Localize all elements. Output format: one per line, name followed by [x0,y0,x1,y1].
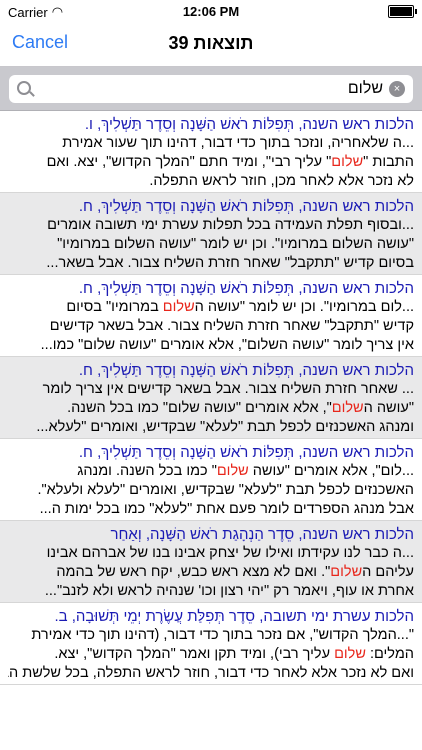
result-heading: הלכות עשרת ימי תשובה, סֵדֶר תְּפִלַּת עֲ… [54,608,414,625]
snippet-text: ...ובסוף תפלת העמידה בכל תפלות עשרת ימי … [47,217,414,233]
snippet-text: אחרת או עוף, ויאמר רק "יהי רצון וכו' שנה… [44,583,414,599]
search-highlight: שלום [334,646,366,662]
result-snippet-line: עליהם השלום". ואם לא מצא ראש כבש, יקח רא… [8,563,414,582]
result-row[interactable]: הלכות ראש השנה, תְּפִלּוֹת רֹאשׁ הַשָּׁנ… [0,439,422,521]
result-row[interactable]: הלכות ראש השנה, תְּפִלּוֹת רֹאשׁ הַשָּׁנ… [0,111,422,193]
search-highlight: שלום [330,564,363,580]
result-snippet-line: ...ובסוף תפלת העמידה בכל תפלות עשרת ימי … [8,216,414,235]
result-row[interactable]: הלכות ראש השנה, סֵדֶר הַנְהָגַת רֹאשׁ הַ… [0,521,422,603]
result-snippet-line: בסיום קדיש "תתקבל" שאחר חזרת השליח צבור.… [8,254,414,273]
result-row[interactable]: הלכות ראש השנה, תְּפִלּוֹת רֹאשׁ הַשָּׁנ… [0,357,422,439]
snippet-text: במרומיו" בסיום [66,299,163,315]
result-snippet-line: אין צריך לומר "עושה השלום", אלא אומרים "… [8,336,414,355]
result-snippet-line: ...לום", אלא אומרים "עושה שלום" כמו בכל … [8,462,414,481]
result-snippet-line: "עושה השלום", אלא אומרים "עושה שלום" כמו… [8,399,414,418]
result-heading: הלכות ראש השנה, תְּפִלּוֹת רֹאשׁ הַשָּׁנ… [78,362,414,379]
snippet-text: "...המלך הקדוש", אם נזכר בתוך כדי דבור, … [31,627,414,643]
snippet-text: ...לום", אלא אומרים "עושה [248,463,414,479]
status-bar: Carrier ◠ 12:06 PM [0,0,422,22]
snippet-text: אין צריך לומר "עושה השלום", אלא אומרים "… [40,337,414,353]
battery-icon [388,5,417,18]
result-snippet-line: התבות "שלום" עליך רבי", ומיד חתם "המלך ה… [8,153,414,172]
snippet-text: בסיום קדיש "תתקבל" שאחר חזרת השליח צבור.… [46,255,414,271]
result-snippet-line: קדיש "תתקבל" שאחר חזרת השליח צבור. אבל ב… [8,317,414,336]
result-snippet-line: ומנהג האשכנזים לכפל תבת "לעלא" שבקדיש, ו… [8,418,414,437]
result-row[interactable]: הלכות ראש השנה, תְּפִלּוֹת רֹאשׁ הַשָּׁנ… [0,275,422,357]
clear-icon[interactable]: × [389,81,405,97]
snippet-text: קדיש "תתקבל" שאחר חזרת השליח צבור. אבל ב… [49,318,414,334]
snippet-text: לא נזכר אלא לאחר מכן, חוזר לראש התפלה. [149,173,414,189]
results-list: הלכות ראש השנה, תְּפִלּוֹת רֹאשׁ הַשָּׁנ… [0,111,422,685]
search-highlight: שלום [162,299,195,315]
snippet-text: עליך רבי), ומיד תקן ואמר "המלך הקדוש", י… [54,646,335,662]
snippet-text: "עושה השלום במרומיו". וכן יש לומר "עושה … [57,236,414,252]
result-row[interactable]: הלכות ראש השנה, תְּפִלּוֹת רֹאשׁ הַשָּׁנ… [0,193,422,275]
result-snippet-line: המלים: שלום עליך רבי), ומיד תקן ואמר "המ… [8,645,414,664]
snippet-text: ", אלא אומרים "עושה שלום" כמו בכל השנה. [67,400,332,416]
snippet-text: ואם לא נזכר אלא לאחר כדי דבור, חוזר לראש… [8,665,414,681]
search-query: שלום [347,80,383,97]
search-highlight: שלום [331,400,364,416]
snippet-text: התבות " [363,154,414,170]
result-snippet-line: ... שאחר חזרת השליח צבור. אבל בשאר קדישי… [8,380,414,399]
result-snippet-line: אבל מנהג הספרדים לומר פעם אחת "לעלא" כמו… [8,500,414,519]
page-title: 39 תוצאות [168,33,254,53]
result-heading: הלכות ראש השנה, סֵדֶר הַנְהָגַת רֹאשׁ הַ… [110,526,414,543]
snippet-text: " כמו בכל השנה. ומנהג [77,463,217,479]
status-time: 12:06 PM [182,4,240,19]
snippet-text: "עושה ה [363,400,414,416]
snippet-text: ... שאחר חזרת השליח צבור. אבל בשאר קדישי… [42,381,414,397]
result-heading: הלכות ראש השנה, תְּפִלּוֹת רֹאשׁ הַשָּׁנ… [78,280,414,297]
result-snippet-line: ...ה שלאחריה, ונזכר בתוך כדי דבור, דהינו… [8,134,414,153]
snippet-text: עליהם ה [362,564,414,580]
snippet-text: המלים: [365,646,414,662]
result-snippet-line: האשכנזים לכפל תבת "לעלא" שבקדיש, ואומרים… [8,481,414,500]
search-icon [17,81,31,95]
result-heading: הלכות ראש השנה, תְּפִלּוֹת רֹאשׁ הַשָּׁנ… [78,444,414,461]
snippet-text: ...ה שלאחריה, ונזכר בתוך כדי דבור, דהינו… [62,135,414,151]
snippet-text: ...לום במרומיו". וכן יש לומר "עושה ה [194,299,414,315]
search-highlight: שלום [216,463,249,479]
search-input[interactable]: שלום × [9,75,413,103]
search-bar: שלום × [0,67,422,111]
result-snippet-line: לא נזכר אלא לאחר מכן, חוזר לראש התפלה. [8,172,414,191]
snippet-text: האשכנזים לכפל תבת "לעלא" שבקדיש, ואומרים… [37,482,414,498]
result-snippet-line: ...לום במרומיו". וכן יש לומר "עושה השלום… [8,298,414,317]
snippet-text: ...ה כבר לנו עקידתו ואילו של יצחק אבינו … [46,545,414,561]
result-snippet-line: "עושה השלום במרומיו". וכן יש לומר "עושה … [8,235,414,254]
navigation-bar: Cancel 39 תוצאות [0,22,422,67]
snippet-text: " עליך רבי", ומיד חתם "המלך הקדוש", יצא.… [46,154,332,170]
result-snippet-line: ...ה כבר לנו עקידתו ואילו של יצחק אבינו … [8,544,414,563]
snippet-text: אבל מנהג הספרדים לומר פעם אחת "לעלא" כמו… [39,501,414,517]
search-highlight: שלום [331,154,364,170]
result-snippet-line: "...המלך הקדוש", אם נזכר בתוך כדי דבור, … [8,626,414,645]
result-heading: הלכות ראש השנה, תְּפִלּוֹת רֹאשׁ הַשָּׁנ… [78,198,414,215]
result-heading: הלכות ראש השנה, תְּפִלּוֹת רֹאשׁ הַשָּׁנ… [84,116,414,133]
result-snippet-line: אחרת או עוף, ויאמר רק "יהי רצון וכו' שנה… [8,582,414,601]
result-snippet-line: ואם לא נזכר אלא לאחר כדי דבור, חוזר לראש… [8,664,414,683]
snippet-text: ומנהג האשכנזים לכפל תבת "לעלא" שבקדיש, ו… [36,419,414,435]
snippet-text: ". ואם לא מצא ראש כבש, יקח ראש של בהמה [56,564,331,580]
result-row[interactable]: הלכות עשרת ימי תשובה, סֵדֶר תְּפִלַּת עֲ… [0,603,422,685]
